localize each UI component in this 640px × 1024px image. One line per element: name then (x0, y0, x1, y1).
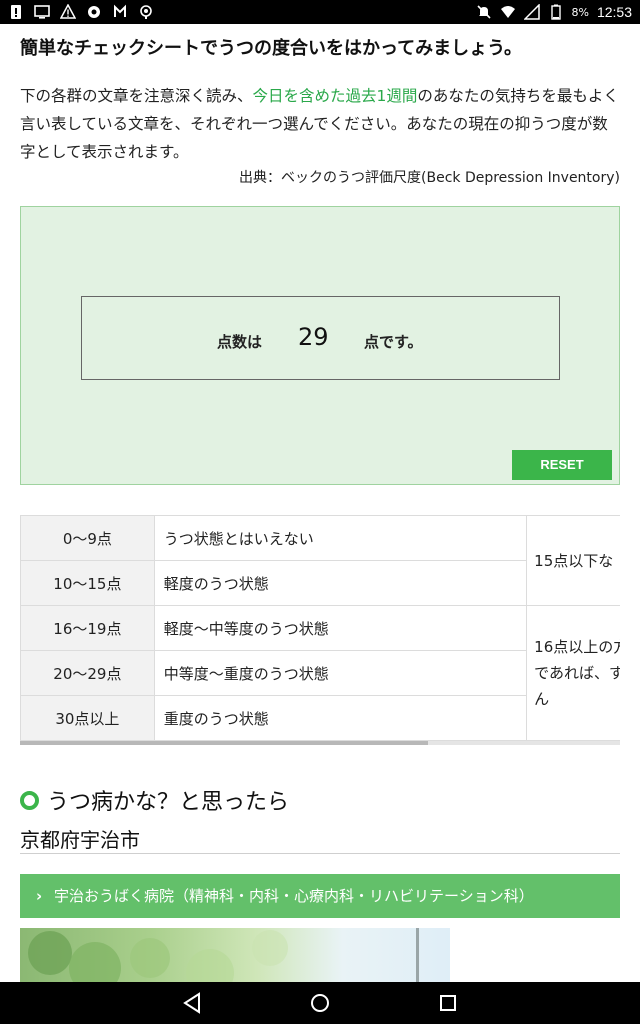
table-cell-description: 重度のうつ状態 (153, 695, 528, 741)
note-line: であれば、す (534, 664, 620, 682)
sync-icon (88, 6, 100, 18)
note-line: 16点以上の方 (534, 638, 620, 656)
wifi-icon (500, 6, 515, 18)
table-row: 0〜9点 うつ状態とはいえない 15点以下な (20, 515, 620, 606)
table-cell-note: 15点以下な (526, 515, 620, 606)
score-value: 29 (298, 323, 329, 351)
battery-percent: 8% (571, 5, 589, 19)
page-title: 簡単なチェックシートでうつの度合いをはかってみましょう。 (20, 38, 523, 59)
intro-paragraph: 下の各群の文章を注意深く読み、今日を含めた過去1週間のあなたの気持ちを最もよく言… (20, 82, 620, 166)
score-table: 0〜9点 うつ状態とはいえない 15点以下な 10〜15点 軽度のうつ状態 16… (20, 515, 620, 741)
score-prefix-label: 点数は (217, 333, 263, 351)
alert-icon (11, 5, 21, 19)
foliage-image (28, 928, 419, 982)
navigation-bar (0, 982, 640, 1024)
clock: 12:53 (596, 4, 632, 20)
hospital-link-label: 宇治おうばく病院（精神科・内科・心療内科・リハビリテーション科） (54, 887, 534, 905)
source-citation: 出典：ベックのうつ評価尺度(Beck Depression Inventory) (239, 170, 620, 186)
signal-icon (523, 4, 540, 20)
page-content[interactable]: 簡単なチェックシートでうつの度合いをはかってみましょう。 下の各群の文章を注意深… (0, 24, 640, 982)
data-icon (114, 4, 126, 17)
recents-icon[interactable] (436, 991, 460, 1015)
home-icon[interactable] (308, 991, 332, 1015)
section-title: うつ病かな？と思ったら (47, 790, 290, 815)
hospital-photo (20, 928, 450, 982)
intro-text-start: 下の各群の文章を注意深く読み、 (20, 87, 253, 105)
table-cell-range: 20〜29点 (20, 650, 155, 696)
scrollbar-thumb[interactable] (20, 741, 428, 745)
note-line: 15点以下な (534, 551, 614, 570)
table-cell-description: うつ状態とはいえない (153, 515, 528, 561)
table-cell-description: 中等度〜重度のうつ状態 (153, 650, 528, 696)
table-horizontal-scrollbar[interactable] (20, 741, 620, 745)
table-row: 16〜19点 軽度〜中等度のうつ状態 16点以上の方 であれば、すん (20, 605, 620, 741)
battery-icon (550, 4, 561, 20)
note-line: ん (534, 690, 550, 708)
warning-icon (60, 4, 76, 19)
back-icon[interactable] (180, 991, 204, 1015)
table-cell-range: 0〜9点 (20, 515, 155, 561)
table-cell-description: 軽度〜中等度のうつ状態 (153, 605, 528, 651)
table-cell-note: 16点以上の方 であれば、すん (526, 605, 620, 741)
table-cell-description: 軽度のうつ状態 (153, 560, 528, 606)
status-bar-notifications (8, 3, 154, 21)
city-heading: 京都府宇治市 (20, 824, 620, 854)
table-cell-range: 16〜19点 (20, 605, 155, 651)
chevron-right-icon: › (36, 887, 43, 905)
score-table-container[interactable]: 0〜9点 うつ状態とはいえない 15点以下な 10〜15点 軽度のうつ状態 16… (20, 515, 620, 742)
score-panel: 点数は 29 点です。 RESET (20, 206, 620, 485)
score-display: 点数は 29 点です。 (81, 296, 560, 380)
section-heading: うつ病かな？と思ったら (20, 782, 289, 818)
table-cell-range: 30点以上 (20, 695, 155, 741)
circle-bullet-icon (20, 790, 39, 810)
location-icon (140, 5, 152, 19)
status-bar: 8% 12:53 (0, 0, 640, 24)
reset-button[interactable]: RESET (512, 450, 612, 480)
status-bar-system: 8% 12:53 (476, 0, 632, 24)
table-cell-range: 10〜15点 (20, 560, 155, 606)
mute-icon (476, 5, 491, 19)
hospital-link[interactable]: › 宇治おうばく病院（精神科・内科・心療内科・リハビリテーション科） (20, 874, 620, 918)
cast-icon (34, 5, 50, 19)
intro-highlight: 今日を含めた過去1週間 (252, 87, 418, 105)
score-suffix-label: 点です。 (364, 333, 423, 351)
